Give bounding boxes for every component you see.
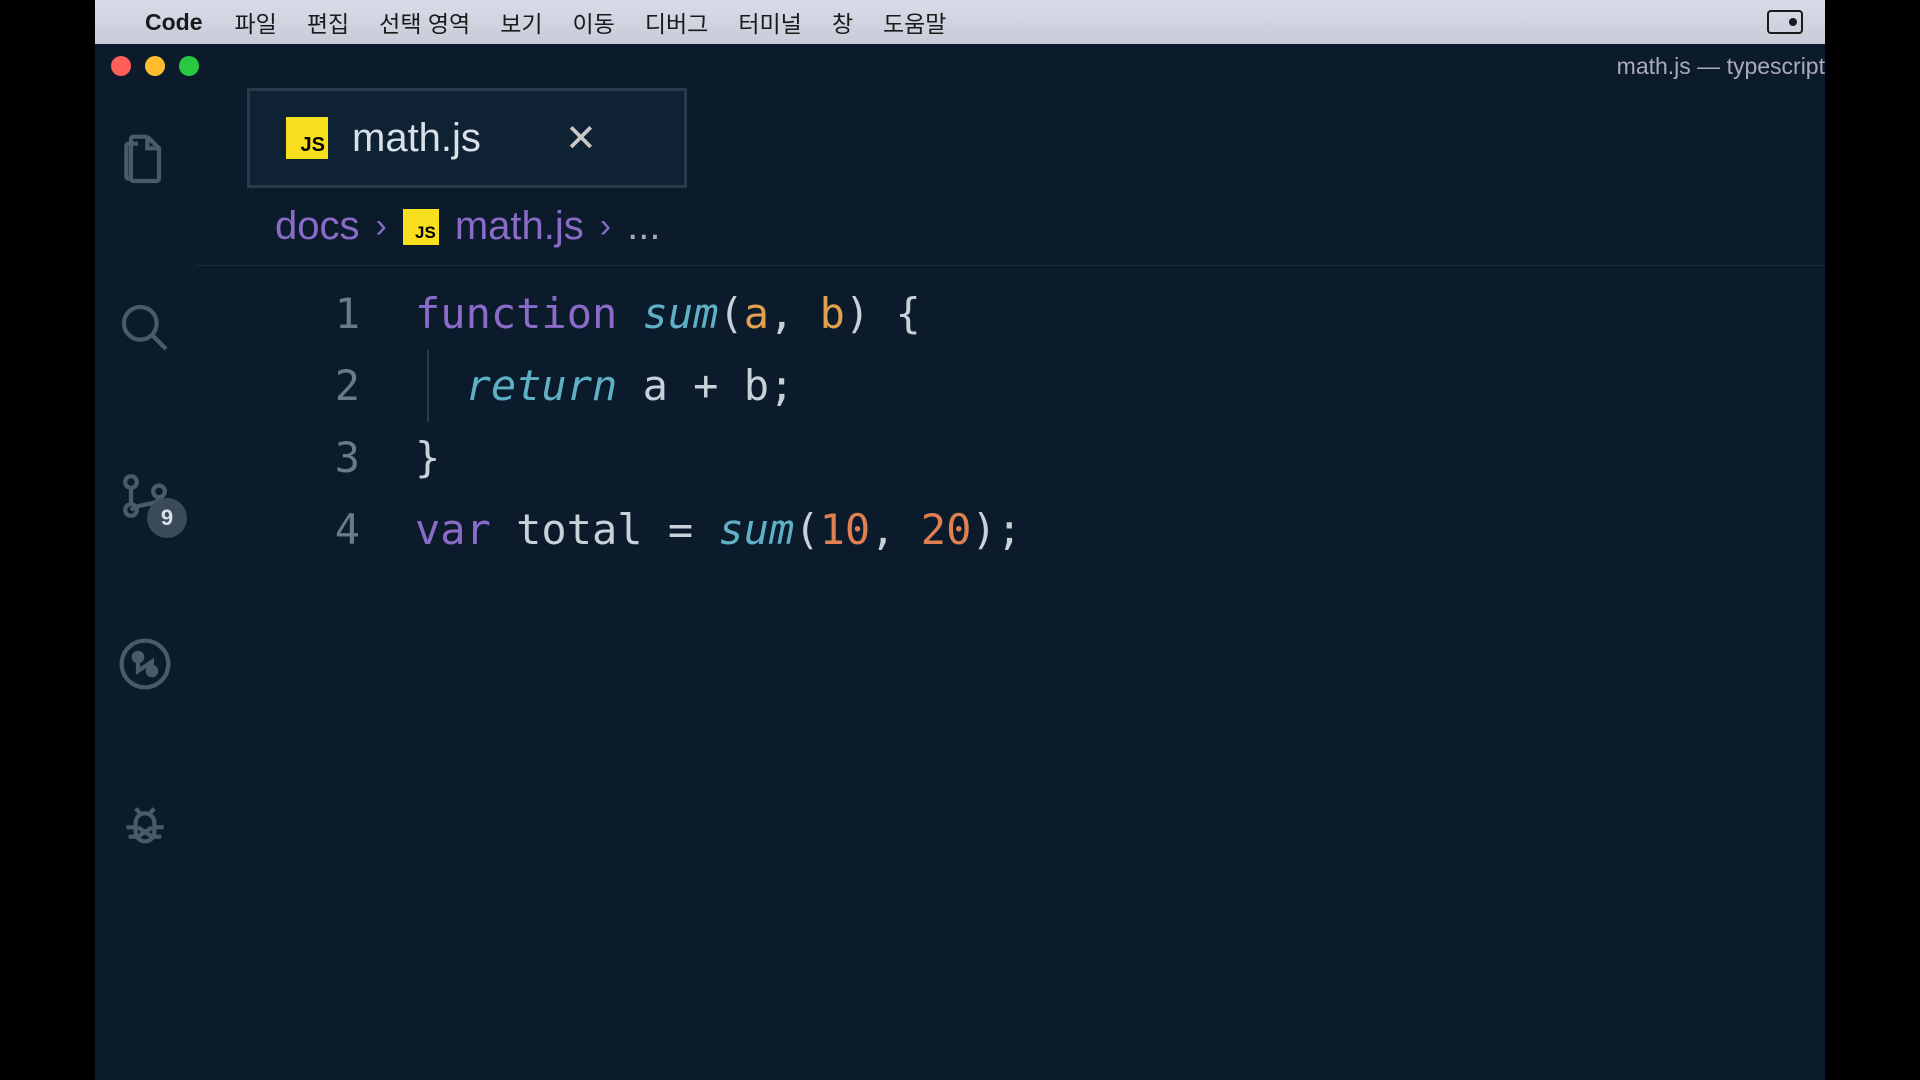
explorer-icon[interactable]	[115, 130, 175, 190]
js-file-icon: JS	[403, 209, 439, 245]
code-editor[interactable]: 1 2 3 4 function sum(a, b) { return a + …	[195, 266, 1825, 1080]
menubar-item-edit[interactable]: 편집	[307, 5, 349, 39]
menubar-app-name[interactable]: Code	[145, 9, 203, 36]
tab-close-icon[interactable]: ✕	[565, 116, 597, 161]
menubar-item-help[interactable]: 도움말	[883, 5, 946, 39]
code-line[interactable]: var total = sum(10, 20);	[415, 494, 1825, 566]
code-line[interactable]: function sum(a, b) {	[415, 278, 1825, 350]
activity-bar: 9	[95, 88, 195, 1080]
window-titlebar: math.js — typescript	[95, 44, 1825, 88]
line-number: 3	[195, 422, 360, 494]
menubar-item-debug[interactable]: 디버그	[645, 5, 708, 39]
tab-bar: JS math.js ✕	[195, 88, 1825, 188]
window-title: math.js — typescript	[1617, 53, 1825, 80]
menubar-item-view[interactable]: 보기	[500, 5, 542, 39]
gitlens-icon[interactable]	[115, 634, 175, 694]
line-number-gutter: 1 2 3 4	[195, 278, 415, 1080]
editor-window: math.js — typescript 9	[95, 44, 1825, 1080]
breadcrumb-symbol[interactable]: ...	[627, 204, 660, 249]
screen-record-icon[interactable]	[1767, 10, 1803, 34]
menubar-item-window[interactable]: 창	[832, 5, 853, 39]
line-number: 4	[195, 494, 360, 566]
code-line[interactable]: }	[415, 422, 1825, 494]
breadcrumb-folder[interactable]: docs	[275, 204, 360, 249]
line-number: 1	[195, 278, 360, 350]
mac-menubar: Code 파일 편집 선택 영역 보기 이동 디버그 터미널 창 도움말	[95, 0, 1825, 44]
scm-changes-badge: 9	[147, 498, 187, 538]
window-maximize-button[interactable]	[179, 56, 199, 76]
tab-label: math.js	[352, 116, 481, 161]
menubar-item-selection[interactable]: 선택 영역	[379, 5, 470, 39]
code-content[interactable]: function sum(a, b) { return a + b; } var…	[415, 278, 1825, 1080]
source-control-icon[interactable]: 9	[115, 466, 175, 526]
line-number: 2	[195, 350, 360, 422]
debug-icon[interactable]	[115, 802, 175, 862]
menubar-item-terminal[interactable]: 터미널	[738, 5, 801, 39]
chevron-right-icon: ›	[600, 207, 611, 246]
menubar-item-go[interactable]: 이동	[573, 5, 615, 39]
window-close-button[interactable]	[111, 56, 131, 76]
js-file-icon: JS	[286, 117, 328, 159]
search-icon[interactable]	[115, 298, 175, 358]
tab-mathjs[interactable]: JS math.js ✕	[247, 88, 687, 188]
window-minimize-button[interactable]	[145, 56, 165, 76]
menubar-item-file[interactable]: 파일	[235, 5, 277, 39]
chevron-right-icon: ›	[376, 207, 387, 246]
breadcrumb: docs › JS math.js › ...	[195, 188, 1825, 266]
code-line[interactable]: return a + b;	[415, 350, 1825, 422]
breadcrumb-file[interactable]: math.js	[455, 204, 584, 249]
